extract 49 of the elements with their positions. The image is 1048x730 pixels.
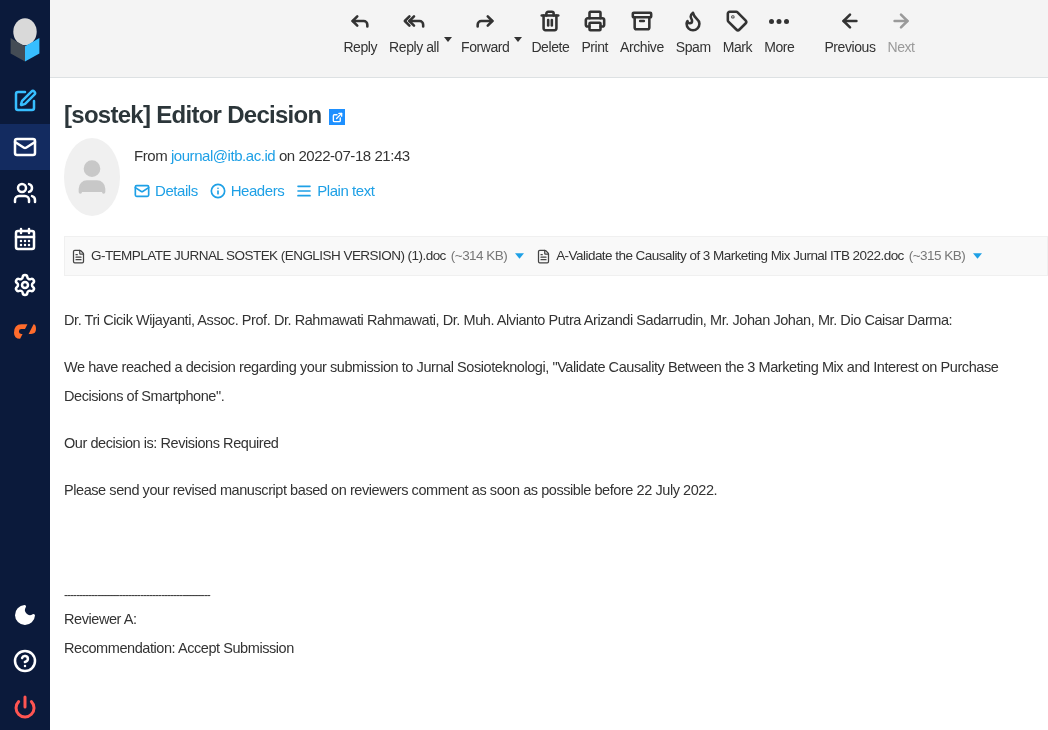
open-in-new-window-icon[interactable] — [329, 109, 346, 125]
toolbar-button[interactable]: More — [758, 10, 801, 56]
sidebar-item[interactable] — [0, 124, 50, 170]
document-icon — [536, 247, 552, 265]
settings-icon — [13, 273, 37, 297]
toolbar-button[interactable]: Delete — [525, 10, 576, 56]
moon-icon — [13, 603, 37, 627]
lines-icon — [296, 183, 313, 200]
help-icon — [13, 649, 37, 673]
caret-icon — [444, 37, 452, 42]
contacts-icon — [13, 181, 37, 205]
info-icon — [209, 183, 226, 200]
mail-icon — [13, 135, 37, 159]
body-paragraph: Dr. Tri Cicik Wijayanti, Assoc. Prof. Dr. Rahmawati Rahmawati, Dr. Muh. Alvianto Putra Arizandi Sadarrudin, Mr. Johan Johan, Mr. Dio Caisar Darma: — [64, 311, 954, 330]
toolbar-button[interactable]: Forward — [455, 10, 526, 56]
power-icon — [13, 695, 37, 719]
toolbar-button[interactable]: Reply — [337, 10, 384, 56]
printer-icon — [583, 10, 606, 32]
body-paragraph: Please send your revised manuscript based on reviewers comment as soon as possible before 22 July 2022. — [64, 481, 719, 500]
toolbar-button[interactable]: Reply all — [383, 10, 455, 56]
attachment[interactable]: G-TEMPLATE JURNAL SOSTEK (ENGLISH VERSION) (1).doc (~314 KB) — [71, 245, 525, 267]
caret-icon — [514, 37, 523, 42]
more-icon — [769, 18, 790, 24]
attachment-size: (~314 KB) — [450, 246, 508, 265]
message-subject: [sostek] Editor Decision — [64, 100, 322, 130]
tag-icon — [726, 10, 749, 32]
attachment-size: (~315 KB) — [908, 246, 966, 265]
toolbar-button[interactable]: Mark — [716, 10, 759, 56]
trash-icon — [539, 10, 562, 32]
sender-line: From journal@itb.ac.id on 2022-07-18 21:43 — [134, 146, 410, 166]
toolbar-button[interactable]: Spam — [669, 10, 717, 56]
attachment[interactable]: A-Validate the Causality of 3 Marketing Mix Jurnal ITB 2022.doc (~315 KB) — [536, 245, 983, 267]
envelope-icon — [134, 183, 150, 200]
toolbar-button[interactable]: Previous — [818, 10, 882, 56]
toolbar-button[interactable]: Archive — [614, 10, 670, 56]
body-paragraph: Our decision is: Revisions Required — [64, 434, 280, 453]
compose-icon — [13, 89, 37, 113]
signature-line: Recommendation: Accept Submission — [64, 639, 295, 658]
document-icon — [71, 247, 86, 265]
toolbar-button[interactable]: Print — [575, 10, 615, 56]
archive-box-icon — [630, 10, 653, 32]
signature-line: Reviewer A: — [64, 610, 138, 629]
caret-icon[interactable] — [515, 253, 525, 259]
attachment-name: A-Validate the Causality of 3 Marketing Mix Jurnal ITB 2022.doc — [556, 246, 904, 265]
attachment-name: G-TEMPLATE JURNAL SOSTEK (ENGLISH VERSION) (1).doc — [91, 246, 446, 265]
signature-line: ------------------------------------------------ — [64, 587, 212, 604]
calendar-icon — [13, 227, 37, 251]
body-paragraph: We have reached a decision regarding your submission to Jurnal Sosioteknologi, "Validate Causality Between the 3 Marketing Mix and Interest on Purchase Decisions of Smartphone". — [64, 358, 1000, 406]
caret-icon[interactable] — [973, 253, 983, 259]
